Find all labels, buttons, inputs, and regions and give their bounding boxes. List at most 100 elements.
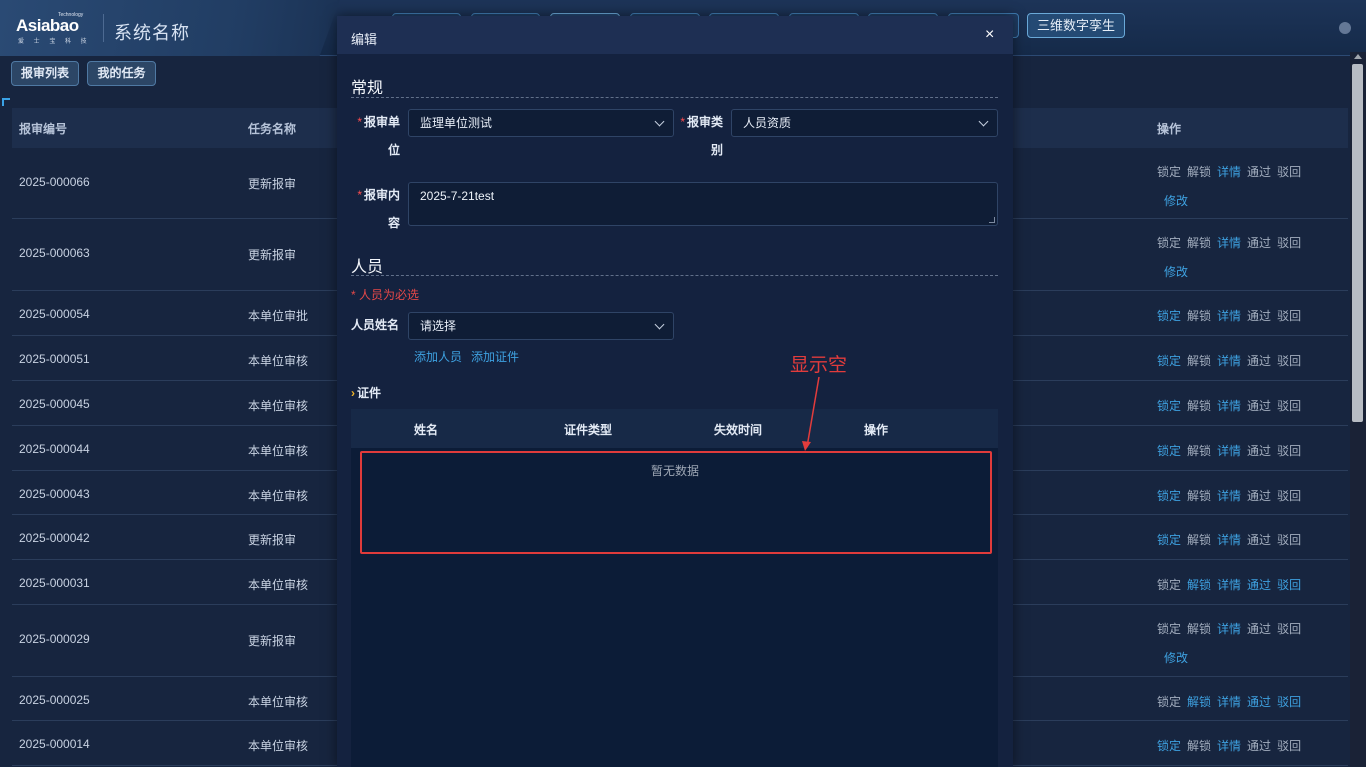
action-link[interactable]: 通过 bbox=[1247, 693, 1271, 710]
scroll-up-arrow-icon[interactable] bbox=[1354, 54, 1362, 59]
action-link[interactable]: 锁定 bbox=[1157, 620, 1181, 637]
row-actions: 锁定 解锁 详情 通过 驳回 bbox=[1157, 576, 1327, 593]
action-link[interactable]: 详情 bbox=[1217, 576, 1241, 593]
row-actions: 锁定 解锁 详情 通过 驳回 bbox=[1157, 487, 1327, 504]
action-link[interactable]: 驳回 bbox=[1277, 737, 1301, 754]
cert-header-type: 证件类型 bbox=[564, 423, 613, 437]
unit-select[interactable]: 监理单位测试 bbox=[408, 109, 674, 137]
action-link[interactable]: 通过 bbox=[1247, 163, 1271, 180]
edit-link[interactable]: 修改 bbox=[1164, 263, 1188, 280]
action-link[interactable]: 解锁 bbox=[1187, 307, 1211, 324]
person-select[interactable]: 请选择 bbox=[408, 312, 674, 340]
resize-grip-icon[interactable] bbox=[989, 217, 995, 223]
action-link[interactable]: 详情 bbox=[1217, 442, 1241, 459]
action-link[interactable]: 详情 bbox=[1217, 487, 1241, 504]
action-link[interactable]: 详情 bbox=[1217, 234, 1241, 251]
content-textarea[interactable]: 2025-7-21test bbox=[408, 182, 998, 226]
action-link[interactable]: 通过 bbox=[1247, 234, 1271, 251]
action-link[interactable]: 驳回 bbox=[1277, 442, 1301, 459]
top-tab-digital-twin[interactable]: 三维数字孪生 bbox=[1027, 13, 1125, 38]
action-link[interactable]: 锁定 bbox=[1157, 737, 1181, 754]
action-link[interactable]: 驳回 bbox=[1277, 576, 1301, 593]
page-scrollbar[interactable] bbox=[1350, 52, 1366, 767]
action-link[interactable]: 锁定 bbox=[1157, 531, 1181, 548]
action-link[interactable]: 解锁 bbox=[1187, 352, 1211, 369]
content-label: * 报审内 bbox=[357, 188, 400, 202]
action-link[interactable]: 驳回 bbox=[1277, 487, 1301, 504]
action-link[interactable]: 详情 bbox=[1217, 163, 1241, 180]
edit-link[interactable]: 修改 bbox=[1164, 192, 1188, 209]
action-link[interactable]: 通过 bbox=[1247, 737, 1271, 754]
edit-link[interactable]: 修改 bbox=[1164, 649, 1188, 666]
cell-report-no: 2025-000029 bbox=[19, 632, 90, 646]
action-link[interactable]: 锁定 bbox=[1157, 352, 1181, 369]
action-link[interactable]: 驳回 bbox=[1277, 307, 1301, 324]
action-link[interactable]: 锁定 bbox=[1157, 442, 1181, 459]
action-link[interactable]: 详情 bbox=[1217, 693, 1241, 710]
cert-section-title: › 证件 bbox=[351, 386, 382, 400]
cell-task-name: 本单位审核 bbox=[248, 444, 309, 458]
type-select-value: 人员资质 bbox=[743, 116, 792, 130]
action-link[interactable]: 驳回 bbox=[1277, 397, 1301, 414]
action-link[interactable]: 通过 bbox=[1247, 620, 1271, 637]
action-link[interactable]: 详情 bbox=[1217, 737, 1241, 754]
cell-task-name: 本单位审核 bbox=[248, 578, 309, 592]
person-select-placeholder: 请选择 bbox=[420, 319, 457, 333]
action-link[interactable]: 详情 bbox=[1217, 397, 1241, 414]
add-cert-link[interactable]: 添加证件 bbox=[471, 348, 519, 365]
action-link[interactable]: 解锁 bbox=[1187, 234, 1211, 251]
action-link[interactable]: 锁定 bbox=[1157, 234, 1181, 251]
cell-report-no: 2025-000044 bbox=[19, 442, 90, 456]
cell-report-no: 2025-000031 bbox=[19, 576, 90, 590]
action-link[interactable]: 通过 bbox=[1247, 352, 1271, 369]
annotation-label: 显示空 bbox=[790, 355, 848, 376]
user-icon[interactable] bbox=[1339, 22, 1351, 34]
type-select[interactable]: 人员资质 bbox=[731, 109, 998, 137]
add-person-link[interactable]: 添加人员 bbox=[414, 348, 462, 365]
action-link[interactable]: 解锁 bbox=[1187, 397, 1211, 414]
action-link[interactable]: 通过 bbox=[1247, 397, 1271, 414]
action-link[interactable]: 锁定 bbox=[1157, 163, 1181, 180]
row-actions: 锁定 解锁 详情 通过 驳回 bbox=[1157, 693, 1327, 710]
cell-report-no: 2025-000042 bbox=[19, 531, 90, 545]
action-link[interactable]: 解锁 bbox=[1187, 531, 1211, 548]
action-link[interactable]: 解锁 bbox=[1187, 737, 1211, 754]
action-link[interactable]: 详情 bbox=[1217, 531, 1241, 548]
action-link[interactable]: 解锁 bbox=[1187, 442, 1211, 459]
action-link[interactable]: 通过 bbox=[1247, 487, 1271, 504]
action-link[interactable]: 驳回 bbox=[1277, 352, 1301, 369]
scrollbar-thumb[interactable] bbox=[1352, 64, 1363, 422]
cell-task-name: 本单位审批 bbox=[248, 309, 309, 323]
action-link[interactable]: 详情 bbox=[1217, 307, 1241, 324]
cell-report-no: 2025-000066 bbox=[19, 175, 90, 189]
action-link[interactable]: 通过 bbox=[1247, 576, 1271, 593]
action-link[interactable]: 锁定 bbox=[1157, 397, 1181, 414]
subtab-my-tasks[interactable]: 我的任务 bbox=[87, 61, 156, 86]
action-link[interactable]: 解锁 bbox=[1187, 487, 1211, 504]
header-report-no: 报审编号 bbox=[19, 122, 68, 136]
action-link[interactable]: 锁定 bbox=[1157, 576, 1181, 593]
chevron-right-icon: › bbox=[351, 386, 355, 400]
close-icon[interactable]: × bbox=[985, 26, 994, 44]
edit-dialog: 编辑 × 常规 * 报审单 位 监理单位测试 * 报审类 别 人员资质 * 报审内 容… bbox=[337, 16, 1013, 767]
action-link[interactable]: 驳回 bbox=[1277, 163, 1301, 180]
action-link[interactable]: 驳回 bbox=[1277, 620, 1301, 637]
action-link[interactable]: 驳回 bbox=[1277, 693, 1301, 710]
action-link[interactable]: 通过 bbox=[1247, 307, 1271, 324]
cert-header-expiry: 失效时间 bbox=[714, 423, 763, 437]
action-link[interactable]: 锁定 bbox=[1157, 693, 1181, 710]
action-link[interactable]: 解锁 bbox=[1187, 620, 1211, 637]
action-link[interactable]: 详情 bbox=[1217, 620, 1241, 637]
action-link[interactable]: 通过 bbox=[1247, 442, 1271, 459]
action-link[interactable]: 解锁 bbox=[1187, 163, 1211, 180]
action-link[interactable]: 驳回 bbox=[1277, 531, 1301, 548]
action-link[interactable]: 解锁 bbox=[1187, 693, 1211, 710]
action-link[interactable]: 通过 bbox=[1247, 531, 1271, 548]
action-link[interactable]: 锁定 bbox=[1157, 487, 1181, 504]
action-link[interactable]: 锁定 bbox=[1157, 307, 1181, 324]
subtab-report-list[interactable]: 报审列表 bbox=[11, 61, 79, 86]
action-link[interactable]: 驳回 bbox=[1277, 234, 1301, 251]
action-link[interactable]: 详情 bbox=[1217, 352, 1241, 369]
action-link[interactable]: 解锁 bbox=[1187, 576, 1211, 593]
cell-report-no: 2025-000043 bbox=[19, 487, 90, 501]
